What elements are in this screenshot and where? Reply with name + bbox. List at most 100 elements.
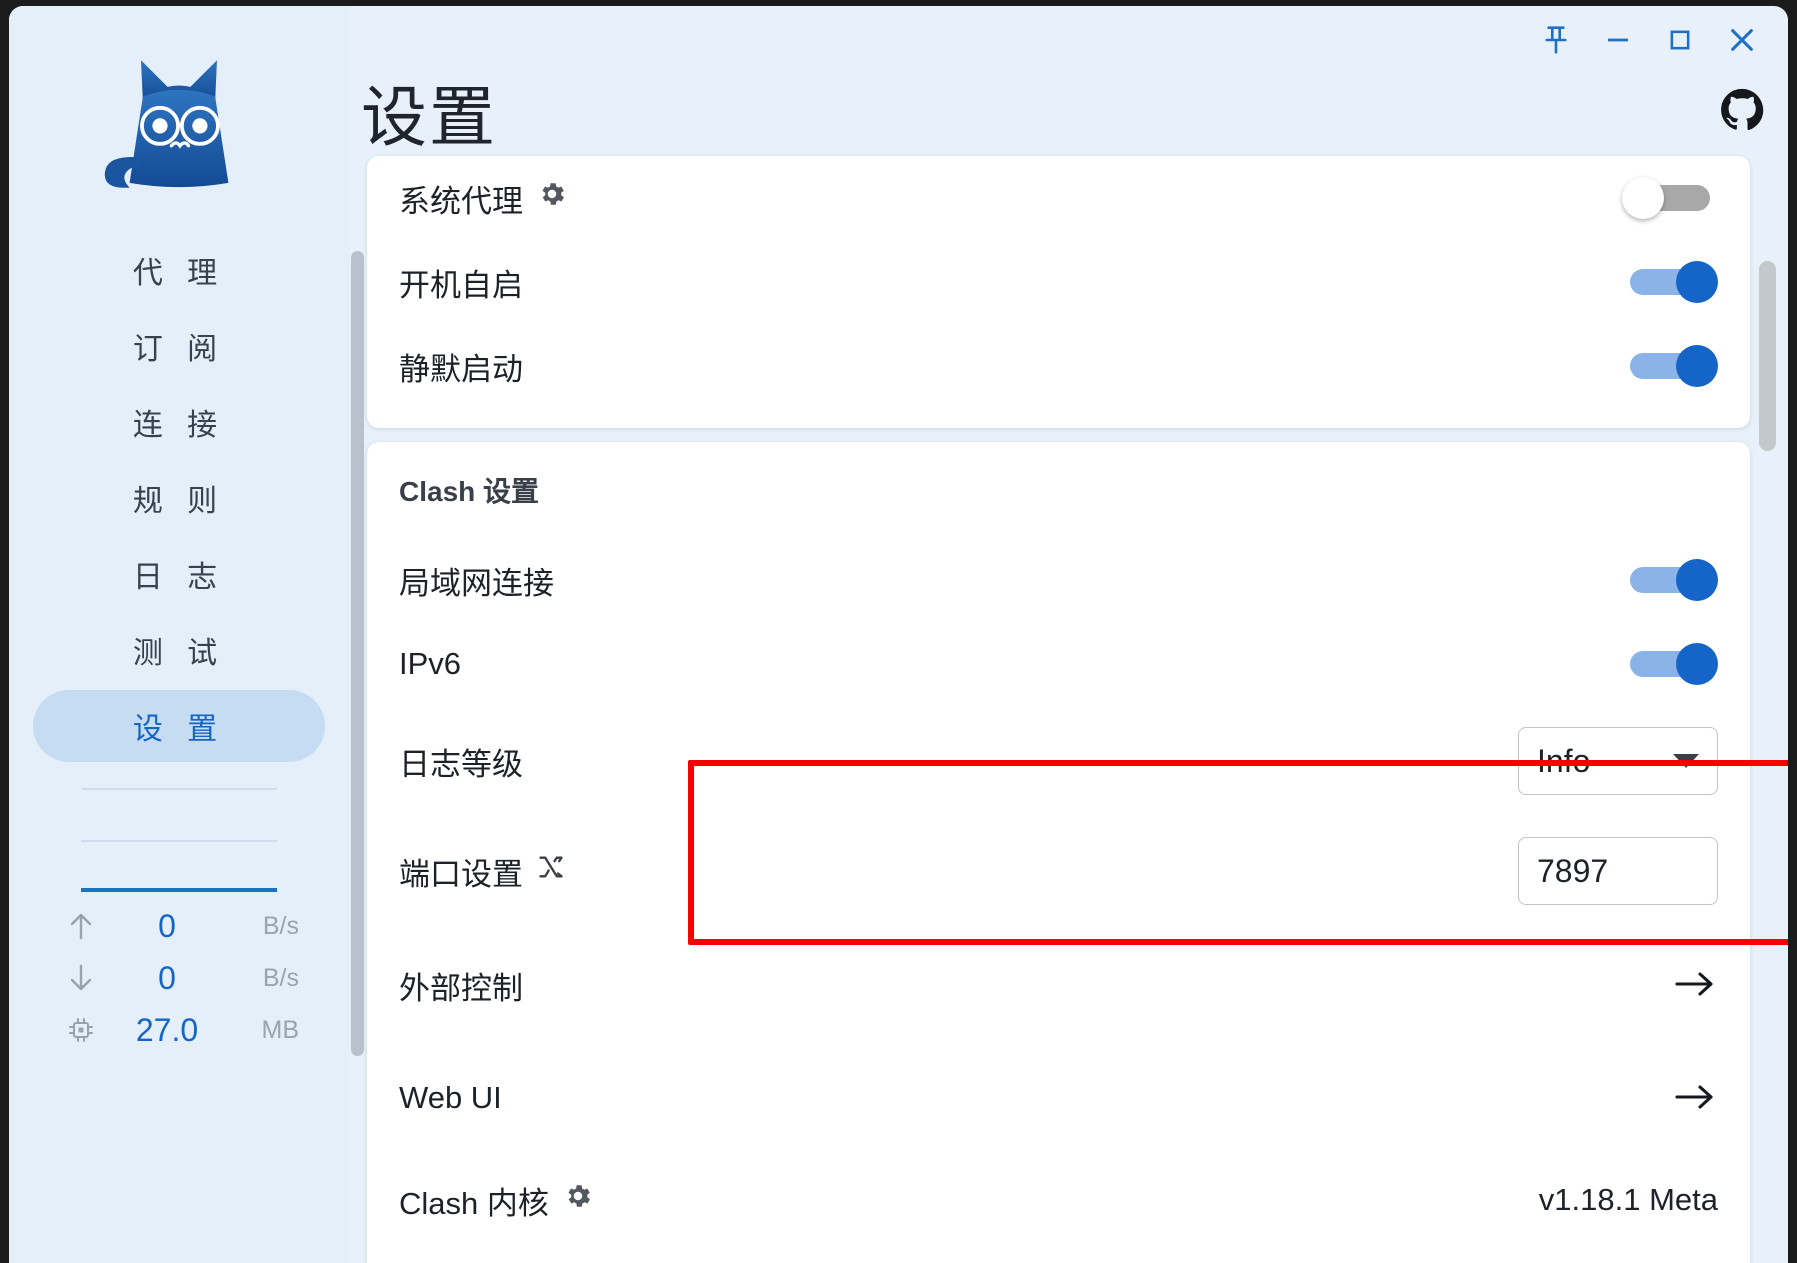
toggle-silent-start[interactable]: [1622, 345, 1718, 387]
row-label-wrap: 端口设置: [399, 849, 565, 894]
minimize-icon[interactable]: [1590, 16, 1646, 64]
setting-label: 外部控制: [399, 970, 523, 1006]
row-label-wrap: 局域网连接: [399, 558, 554, 603]
row-control: [1672, 1076, 1718, 1120]
page-title: 设置: [361, 80, 497, 154]
upload-speed-unit: B/s: [262, 911, 299, 940]
select-log-level[interactable]: Info: [1518, 727, 1718, 795]
toggle-lan-connection[interactable]: [1622, 559, 1718, 601]
setting-label: 日志等级: [399, 746, 523, 782]
setting-row-silent-start[interactable]: 静默启动: [367, 324, 1750, 408]
arrow-right-icon[interactable]: [1672, 1076, 1718, 1120]
maximize-icon[interactable]: [1652, 16, 1708, 64]
select-log-level-value: Info: [1537, 742, 1591, 779]
app-logo-cat-icon: [104, 60, 229, 188]
sidebar-item-connections[interactable]: 连 接: [33, 386, 325, 458]
gear-icon[interactable]: [537, 179, 567, 217]
row-control: [1622, 261, 1718, 303]
row-control: [1622, 559, 1718, 601]
github-icon[interactable]: [1720, 88, 1764, 132]
setting-row-lan-connection[interactable]: 局域网连接: [367, 538, 1750, 622]
input-port-value: 7897: [1537, 852, 1609, 889]
chevron-down-icon: [1673, 754, 1699, 768]
row-label-wrap: 系统代理: [399, 176, 567, 221]
memory-usage-value: 27.0: [135, 1011, 199, 1048]
row-control: [1622, 643, 1718, 685]
setting-row-port[interactable]: 端口设置 7897: [367, 816, 1750, 926]
sidebar-item-label: 规 则: [132, 485, 226, 518]
setting-label: IPv6: [399, 646, 462, 681]
sidebar-item-proxy[interactable]: 代 理: [33, 234, 325, 306]
toggle-thumb: [1676, 559, 1718, 601]
download-arrow-icon: [59, 963, 103, 993]
general-settings-card: 系统代理 开机自启 静默启动: [367, 156, 1750, 428]
sidebar-item-test[interactable]: 测 试: [33, 614, 325, 686]
setting-label: 静默启动: [399, 351, 523, 387]
sidebar-item-label: 日 志: [132, 561, 226, 594]
row-label-wrap: 开机自启: [399, 260, 523, 305]
toggle-thumb: [1622, 177, 1664, 219]
row-label-wrap: Web UI: [399, 1080, 502, 1116]
clash-core-version: v1.18.1 Meta: [1538, 1182, 1718, 1217]
setting-row-web-ui[interactable]: Web UI: [367, 1044, 1750, 1152]
stat-memory-row: 27.0 MB: [59, 1004, 299, 1056]
toggle-auto-launch[interactable]: [1622, 261, 1718, 303]
sidebar: 代 理 订 阅 连 接 规 则 日 志 测 试 设 置 0 B/s 0 B/s …: [9, 6, 349, 1263]
row-control: Info: [1518, 727, 1718, 795]
download-speed-unit: B/s: [262, 963, 299, 992]
upload-speed-value: 0: [158, 907, 176, 944]
chart-baseline: [81, 888, 277, 892]
input-port[interactable]: 7897: [1518, 837, 1718, 905]
sidebar-item-profile[interactable]: 订 阅: [33, 310, 325, 382]
toggle-thumb: [1676, 345, 1718, 387]
sidebar-item-label: 代 理: [132, 257, 226, 290]
setting-label: 系统代理: [399, 183, 523, 219]
clash-settings-card: Clash 设置 局域网连接 IPv6 日志等级 Info 端口设置 7897 …: [367, 442, 1750, 1263]
setting-row-ipv6[interactable]: IPv6: [367, 622, 1750, 706]
chart-gridline: [81, 840, 277, 842]
row-control: [1622, 345, 1718, 387]
row-label-wrap: 外部控制: [399, 963, 523, 1008]
sidebar-item-label: 连 接: [132, 409, 226, 442]
sidebar-item-label: 订 阅: [132, 333, 226, 366]
settings-content: 系统代理 开机自启 静默启动 Clash 设置 局域网连接 IPv6 日志等级 …: [349, 156, 1788, 1263]
row-label-wrap: IPv6: [399, 646, 461, 682]
sidebar-item-rules[interactable]: 规 则: [33, 462, 325, 534]
upload-arrow-icon: [59, 911, 103, 941]
toggle-ipv6[interactable]: [1622, 643, 1718, 685]
close-icon[interactable]: [1714, 16, 1770, 64]
row-control: [1622, 177, 1718, 219]
arrow-right-icon[interactable]: [1672, 963, 1718, 1007]
setting-label: 端口设置: [399, 856, 523, 892]
sidebar-item-logs[interactable]: 日 志: [33, 538, 325, 610]
setting-row-auto-launch[interactable]: 开机自启: [367, 240, 1750, 324]
gear-icon[interactable]: [563, 1181, 593, 1219]
shuffle-icon[interactable]: [537, 853, 565, 889]
content-scrollbar-left[interactable]: [351, 251, 364, 1056]
setting-label: 开机自启: [399, 267, 523, 303]
row-control: v1.18.1 Meta: [1539, 1182, 1718, 1218]
pin-icon[interactable]: [1528, 16, 1584, 64]
sidebar-item-label: 设 置: [132, 713, 226, 746]
setting-row-log-level[interactable]: 日志等级 Info: [367, 706, 1750, 816]
download-speed-value: 0: [158, 959, 176, 996]
row-label-wrap: 日志等级: [399, 739, 523, 784]
setting-label: Web UI: [399, 1080, 502, 1115]
window-controls: [1528, 16, 1770, 64]
row-control: [1672, 963, 1718, 1007]
stat-upload-row: 0 B/s: [59, 900, 299, 952]
chart-gridline: [81, 788, 277, 790]
clash-section-title: Clash 设置: [399, 476, 540, 507]
setting-label: Clash 内核: [399, 1185, 549, 1221]
toggle-thumb: [1676, 261, 1718, 303]
sidebar-item-settings[interactable]: 设 置: [33, 690, 325, 762]
app-window: 代 理 订 阅 连 接 规 则 日 志 测 试 设 置 0 B/s 0 B/s …: [9, 6, 1788, 1263]
setting-row-clash-core[interactable]: Clash 内核 v1.18.1 Meta: [367, 1152, 1750, 1248]
sidebar-nav: 代 理 订 阅 连 接 规 则 日 志 测 试 设 置: [9, 230, 349, 766]
setting-row-system-proxy[interactable]: 系统代理: [367, 156, 1750, 240]
setting-row-external-controller[interactable]: 外部控制: [367, 926, 1750, 1044]
row-label-wrap: Clash 内核: [399, 1178, 593, 1223]
toggle-system-proxy[interactable]: [1622, 177, 1718, 219]
sidebar-item-label: 测 试: [132, 637, 226, 670]
content-scrollbar-right[interactable]: [1759, 261, 1776, 451]
